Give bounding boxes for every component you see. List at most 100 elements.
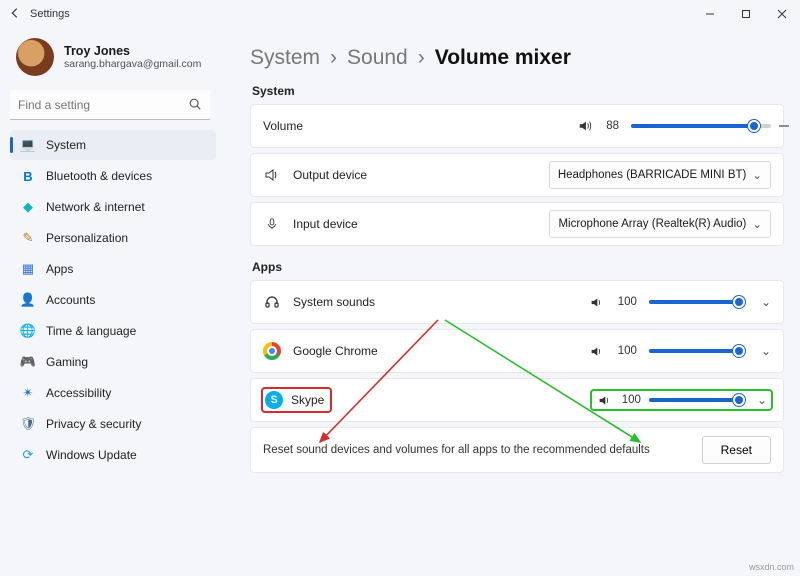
app-volume-slider[interactable] [649,300,739,304]
sidebar-item-privacy[interactable]: 🛡 Privacy & security [10,409,216,439]
sidebar-item-gaming[interactable]: 🎮 Gaming [10,347,216,377]
sidebar-item-time[interactable]: 🌐 Time & language [10,316,216,346]
sidebar-item-network[interactable]: ◆ Network & internet [10,192,216,222]
window-title: Settings [30,8,70,20]
update-icon: ⟳ [20,447,36,463]
person-icon: 👤 [20,292,36,308]
chevron-right-icon: › [330,46,337,70]
speaker-icon[interactable] [588,296,606,309]
volume-label: Volume [263,119,303,133]
profile-block[interactable]: Troy Jones sarang.bhargava@gmail.com [10,34,216,86]
sidebar-item-label: Gaming [46,355,88,369]
headphones-icon [263,293,281,311]
annotation-highlight-slider: 100 ⌄ [592,391,771,409]
sidebar-item-label: Privacy & security [46,417,141,431]
breadcrumb: System › Sound › Volume mixer [250,46,784,70]
sidebar-item-label: Network & internet [46,200,145,214]
page-title: Volume mixer [435,46,571,70]
sidebar-item-accessibility[interactable]: ✴ Accessibility [10,378,216,408]
app-row-skype: S Skype 100 ⌄ [250,378,784,422]
chevron-down-icon[interactable]: ⌄ [757,393,767,407]
speaker-icon [263,167,281,183]
sidebar-item-label: Accounts [46,293,95,307]
chrome-icon [263,342,281,360]
avatar [16,38,54,76]
sidebar: Troy Jones sarang.bhargava@gmail.com 💻 Sy… [0,28,220,576]
microphone-icon [263,217,281,231]
breadcrumb-sound[interactable]: Sound [347,46,408,70]
search-icon [188,97,202,114]
shield-icon: 🛡 [20,416,36,432]
content-area: System › Sound › Volume mixer System Vol… [220,28,800,576]
chevron-down-icon[interactable]: ⌄ [761,344,771,358]
app-row-chrome: Google Chrome 100 ⌄ [250,329,784,373]
sidebar-item-label: Accessibility [46,386,111,400]
sidebar-item-personalization[interactable]: ✎ Personalization [10,223,216,253]
skype-icon: S [265,391,283,409]
accessibility-icon: ✴ [20,385,36,401]
title-bar: Settings [0,0,800,28]
output-device-select[interactable]: Headphones (BARRICADE MINI BT) ⌄ [549,161,771,189]
app-label: Skype [291,393,324,407]
output-device-row: Output device Headphones (BARRICADE MINI… [250,153,784,197]
chevron-down-icon[interactable]: ⌄ [761,295,771,309]
app-volume-value: 100 [618,345,637,357]
reset-button[interactable]: Reset [702,436,771,464]
sidebar-item-label: Windows Update [46,448,137,462]
close-button[interactable] [764,0,800,28]
watermark: wsxdn.com [749,562,794,572]
input-device-select[interactable]: Microphone Array (Realtek(R) Audio) ⌄ [549,210,771,238]
sidebar-item-label: System [46,138,86,152]
volume-slider[interactable] [631,124,771,128]
app-label: System sounds [293,295,375,309]
network-icon: ◆ [20,199,36,215]
sidebar-item-system[interactable]: 💻 System [10,130,216,160]
sidebar-item-bluetooth[interactable]: BBluetooth & devices [10,161,216,191]
reset-row: Reset sound devices and volumes for all … [250,427,784,473]
app-volume-slider[interactable] [649,398,739,402]
sidebar-item-update[interactable]: ⟳ Windows Update [10,440,216,470]
brush-icon: ✎ [20,230,36,246]
input-label: Input device [293,217,358,231]
sidebar-item-label: Personalization [46,231,128,245]
chevron-right-icon: › [418,46,425,70]
bluetooth-icon: B [20,168,36,184]
profile-email: sarang.bhargava@gmail.com [64,58,201,70]
sidebar-item-accounts[interactable]: 👤 Accounts [10,285,216,315]
app-volume-value: 100 [622,394,641,406]
reset-description: Reset sound devices and volumes for all … [263,444,650,456]
search-wrapper [10,90,210,120]
speaker-icon[interactable] [596,394,614,407]
display-icon: 💻 [20,137,36,153]
volume-row: Volume 88 [250,104,784,148]
section-system-label: System [252,84,784,98]
search-input[interactable] [10,90,210,120]
app-row-system-sounds: System sounds 100 ⌄ [250,280,784,324]
back-icon[interactable] [8,6,22,23]
input-device-row: Input device Microphone Array (Realtek(R… [250,202,784,246]
chevron-down-icon: ⌄ [752,168,762,182]
gamepad-icon: 🎮 [20,354,36,370]
sidebar-item-label: Apps [46,262,73,276]
app-volume-value: 100 [618,296,637,308]
app-volume-slider[interactable] [649,349,739,353]
section-apps-label: Apps [252,260,784,274]
nav-list: 💻 System BBluetooth & devices ◆ Network & … [10,130,216,470]
annotation-highlight-skype: S Skype [263,389,330,411]
minimize-button[interactable] [692,0,728,28]
window-controls [692,0,800,28]
sidebar-item-label: Time & language [46,324,136,338]
speaker-icon[interactable] [576,119,594,133]
app-label: Google Chrome [293,344,378,358]
output-label: Output device [293,168,367,182]
globe-icon: 🌐 [20,323,36,339]
profile-name: Troy Jones [64,44,201,58]
breadcrumb-system[interactable]: System [250,46,320,70]
speaker-icon[interactable] [588,345,606,358]
maximize-button[interactable] [728,0,764,28]
input-device-value: Microphone Array (Realtek(R) Audio) [558,218,746,230]
output-device-value: Headphones (BARRICADE MINI BT) [558,169,747,181]
sidebar-item-apps[interactable]: ▦Apps [10,254,216,284]
volume-value: 88 [606,120,619,132]
chevron-down-icon: ⌄ [752,217,762,231]
